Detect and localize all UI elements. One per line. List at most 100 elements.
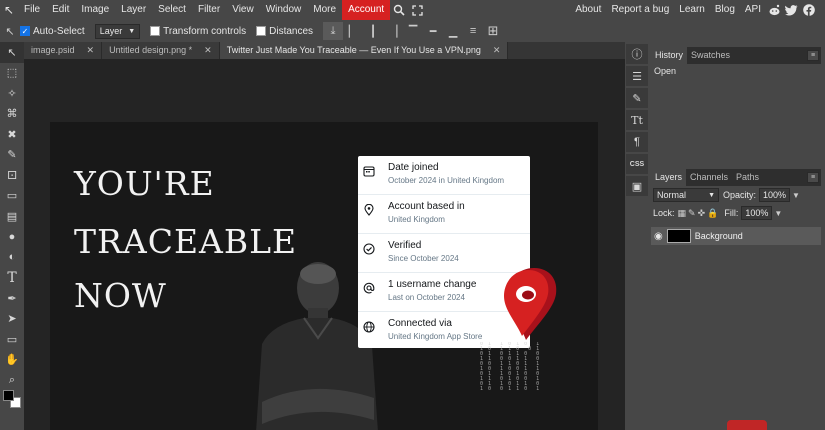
properties-icon[interactable]: ☰: [626, 66, 648, 86]
tab-history[interactable]: History: [651, 47, 688, 64]
gradient-tool-icon[interactable]: ▤: [0, 206, 24, 227]
search-icon[interactable]: [390, 0, 408, 20]
blend-mode-value: Normal: [657, 190, 687, 200]
tab-swatches[interactable]: Swatches: [687, 47, 734, 64]
menu-edit[interactable]: Edit: [46, 0, 75, 20]
tab-channels[interactable]: Channels: [686, 169, 732, 186]
hand-tool-icon[interactable]: ✋: [0, 350, 24, 371]
workspace[interactable]: YOU'RE TRACEABLE NOW Date joined October…: [24, 59, 625, 430]
chevron-down-icon[interactable]: ▼: [792, 191, 800, 200]
row-subtitle: Last on October 2024: [388, 293, 465, 302]
tab-untitled-design[interactable]: Untitled design.png * ✕: [102, 42, 220, 59]
blur-tool-icon[interactable]: ●: [0, 227, 24, 248]
character-icon[interactable]: Tt: [626, 110, 648, 130]
brush-settings-icon[interactable]: ✎: [626, 88, 648, 108]
headline-line-1: YOU'RE: [74, 164, 215, 203]
menu-select[interactable]: Select: [152, 0, 192, 20]
close-icon[interactable]: ✕: [204, 42, 212, 59]
menu-report-bug[interactable]: Report a bug: [606, 0, 674, 20]
eraser-tool-icon[interactable]: ▭: [0, 186, 24, 207]
menu-file[interactable]: File: [18, 0, 46, 20]
move-tool-icon[interactable]: ↖: [0, 42, 24, 63]
opacity-input[interactable]: 100%: [759, 188, 791, 202]
list-item: Account based in United Kingdom: [358, 195, 530, 233]
menu-filter[interactable]: Filter: [192, 0, 226, 20]
healing-tool-icon[interactable]: ✖: [0, 124, 24, 145]
facebook-icon[interactable]: [800, 0, 817, 20]
fullscreen-icon[interactable]: [408, 0, 426, 20]
foreground-color-swatch[interactable]: [3, 390, 14, 401]
reddit-icon[interactable]: [766, 0, 783, 20]
row-title: 1 username change: [388, 279, 477, 290]
close-icon[interactable]: ✕: [87, 42, 95, 59]
grid-icon[interactable]: ⊞: [483, 22, 503, 40]
css-icon[interactable]: CSS: [626, 154, 648, 174]
text-tool-icon[interactable]: T: [0, 268, 24, 289]
layers-panel-tabs: Layers Channels Paths ≡: [651, 169, 821, 186]
menu-image[interactable]: Image: [75, 0, 115, 20]
menu-about[interactable]: About: [570, 0, 606, 20]
history-item[interactable]: Open: [651, 64, 821, 78]
shape-tool-icon[interactable]: ▭: [0, 329, 24, 350]
align-left-icon[interactable]: ▏: [343, 22, 363, 40]
chevron-down-icon[interactable]: ▼: [774, 209, 782, 218]
stamp-tool-icon[interactable]: ⚀: [0, 165, 24, 186]
close-icon[interactable]: ✕: [493, 42, 501, 59]
lock-paint-icon[interactable]: ✎: [688, 208, 696, 219]
menu-view[interactable]: View: [226, 0, 260, 20]
dodge-tool-icon[interactable]: ◐: [0, 247, 24, 268]
magic-wand-icon[interactable]: ✧: [0, 83, 24, 104]
distances-checkbox[interactable]: [256, 26, 267, 36]
menu-blog[interactable]: Blog: [710, 0, 740, 20]
panel-menu-icon[interactable]: ≡: [807, 172, 819, 183]
tab-paths[interactable]: Paths: [732, 169, 763, 186]
align-middle-icon[interactable]: ━: [423, 22, 443, 40]
layers-list: ◉ Background: [651, 222, 821, 422]
image-icon[interactable]: ▣: [626, 176, 648, 196]
row-title: Date joined: [388, 162, 439, 173]
align-top-icon[interactable]: ▔: [403, 22, 423, 40]
info-icon[interactable]: ⓘ: [626, 44, 648, 64]
align-bottom-icon[interactable]: ▁: [443, 22, 463, 40]
menu-api[interactable]: API: [740, 0, 766, 20]
paragraph-icon[interactable]: ¶: [626, 132, 648, 152]
eye-icon[interactable]: ◉: [654, 231, 663, 242]
menu-layer[interactable]: Layer: [115, 0, 152, 20]
tab-image-psid[interactable]: image.psid ✕: [24, 42, 103, 59]
path-select-icon[interactable]: ➤: [0, 309, 24, 330]
tab-layers[interactable]: Layers: [651, 169, 687, 186]
zoom-tool-icon[interactable]: ⌕: [0, 370, 24, 391]
transform-controls-option[interactable]: Transform controls: [150, 26, 246, 37]
lock-all-icon[interactable]: 🔒: [707, 208, 718, 219]
crop-tool-icon[interactable]: ⌘: [0, 104, 24, 125]
tab-twitter-traceable[interactable]: Twitter Just Made You Traceable — Even I…: [219, 42, 509, 59]
menu-account[interactable]: Account: [342, 0, 391, 20]
transform-controls-checkbox[interactable]: [150, 26, 161, 36]
distribute-icon[interactable]: ≡: [463, 22, 483, 40]
document-canvas[interactable]: YOU'RE TRACEABLE NOW Date joined October…: [50, 122, 598, 430]
marquee-tool-icon[interactable]: ⬚: [0, 63, 24, 84]
twitter-icon[interactable]: [783, 0, 800, 20]
auto-select-option[interactable]: ✓ Auto-Select: [20, 26, 85, 37]
align-right-icon[interactable]: ▕: [383, 22, 403, 40]
auto-select-checkbox[interactable]: ✓: [20, 26, 30, 36]
red-location-pin-graphic: [504, 268, 557, 340]
lock-transparency-icon[interactable]: ▦: [678, 208, 687, 219]
lock-position-icon[interactable]: ✜: [698, 208, 706, 219]
menu-learn[interactable]: Learn: [674, 0, 710, 20]
download-icon[interactable]: ⤓: [323, 22, 344, 40]
distances-option[interactable]: Distances: [256, 26, 313, 37]
move-tool-icon[interactable]: ↖: [0, 22, 20, 40]
move-tool-icon[interactable]: ↖: [0, 0, 18, 20]
fill-input[interactable]: 100%: [741, 206, 773, 220]
blend-mode-select[interactable]: Normal ▼: [653, 188, 719, 202]
chevron-down-icon: ▼: [708, 191, 715, 199]
target-select[interactable]: Layer ▼: [94, 23, 141, 39]
panel-menu-icon[interactable]: ≡: [807, 50, 819, 61]
menu-more[interactable]: More: [307, 0, 342, 20]
layer-row-background[interactable]: ◉ Background: [651, 227, 821, 245]
align-center-icon[interactable]: ┃: [363, 22, 383, 40]
pen-tool-icon[interactable]: ✒: [0, 288, 24, 309]
menu-window[interactable]: Window: [260, 0, 308, 20]
brush-tool-icon[interactable]: ✎: [0, 145, 24, 166]
